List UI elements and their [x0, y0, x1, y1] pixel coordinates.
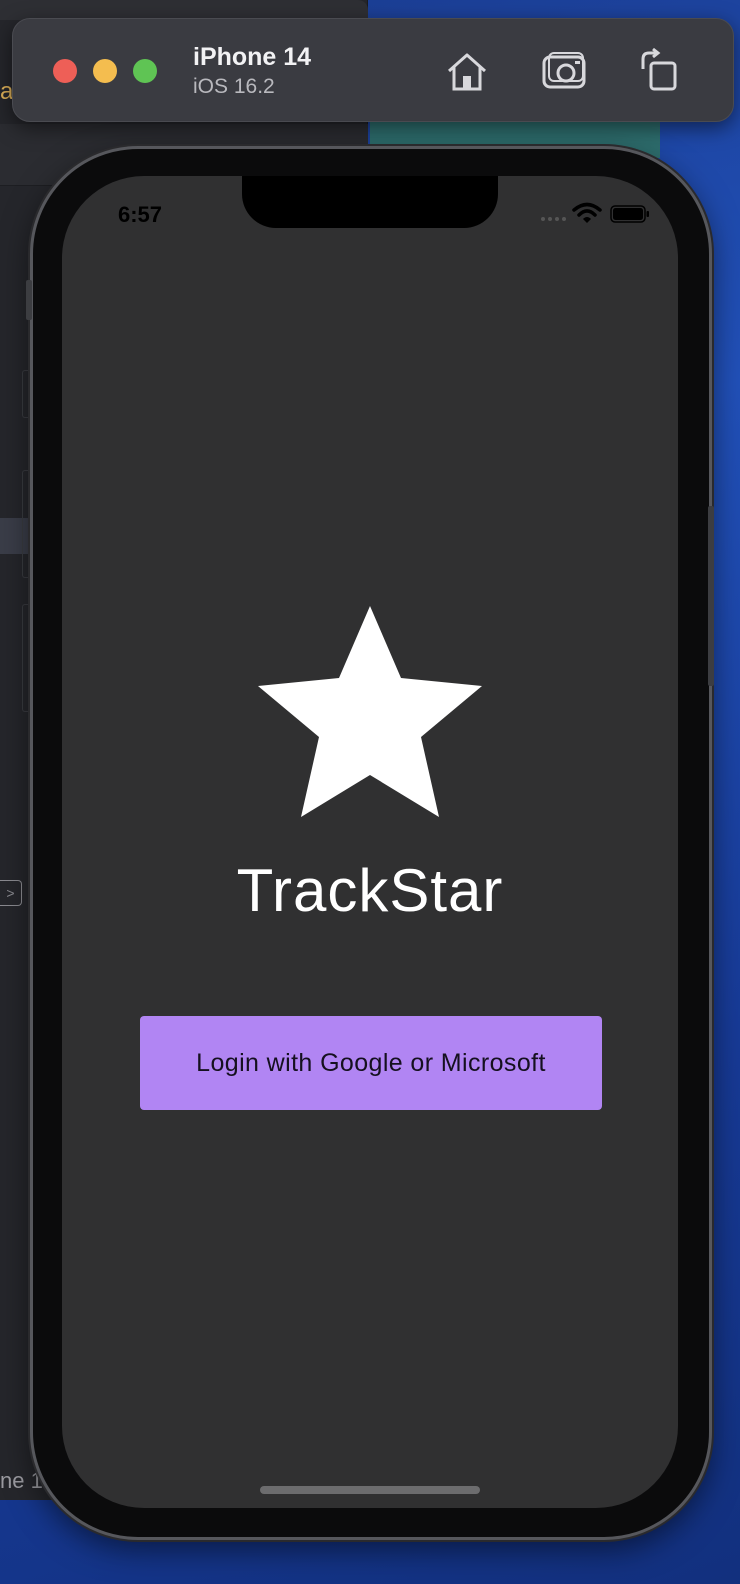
device-name: iPhone 14 [193, 43, 312, 71]
terminal-toggle-icon[interactable]: > [0, 880, 22, 906]
xcode-title-strip [0, 0, 368, 20]
close-window-button[interactable] [53, 59, 77, 83]
login-button[interactable]: Login with Google or Microsoft [140, 1016, 602, 1110]
silent-switch [26, 280, 32, 320]
simulator-toolbar: iPhone 14 iOS 16.2 [12, 18, 734, 122]
battery-icon [610, 205, 649, 223]
status-bar-time: 6:57 [118, 202, 163, 227]
app-title: TrackStar [236, 857, 504, 924]
star-icon [258, 606, 482, 817]
home-icon[interactable] [443, 47, 491, 95]
xcode-edge-text: ne 1 [0, 1468, 43, 1493]
side-button [708, 506, 714, 686]
device-os-version: iOS 16.2 [193, 75, 275, 98]
rotate-icon[interactable] [635, 47, 683, 95]
zoom-window-button[interactable] [133, 59, 157, 83]
phone-screen: 6:57 TrackStar Login with Google or Micr… [62, 176, 678, 1508]
minimize-window-button[interactable] [93, 59, 117, 83]
notch [242, 176, 498, 228]
home-indicator[interactable] [260, 1486, 480, 1494]
cellular-signal-icon [541, 217, 566, 221]
camera-icon[interactable] [541, 47, 589, 95]
wifi-icon [572, 202, 602, 223]
